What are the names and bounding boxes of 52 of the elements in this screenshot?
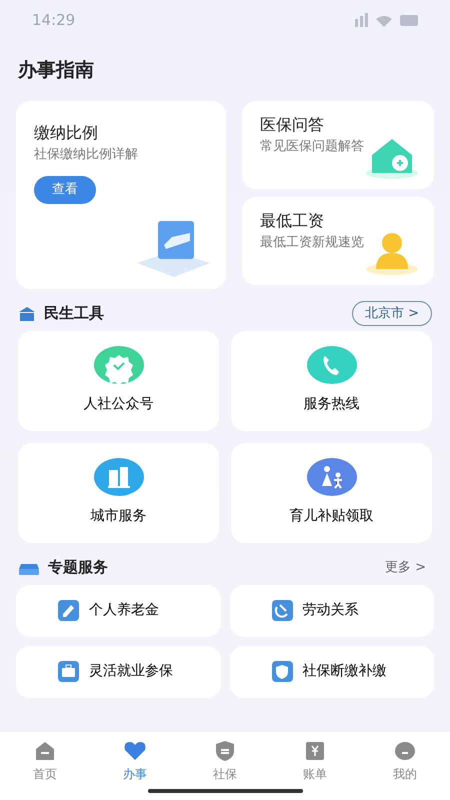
- home-icon: [33, 739, 57, 763]
- topic-card[interactable]: 社保断缴补缴: [230, 646, 434, 698]
- page-title: 办事指南: [18, 58, 95, 83]
- card-title: 缴纳比例: [34, 122, 99, 144]
- city-selector[interactable]: 北京市 >: [352, 300, 432, 326]
- wifi-icon: [376, 13, 392, 27]
- status-time: 14:29: [32, 10, 76, 31]
- building-icon: [94, 458, 144, 496]
- tool-label: 育儿补贴领取: [290, 507, 374, 526]
- card-subtitle: 社保缴纳比例详解: [34, 146, 139, 164]
- building-icon: [18, 306, 36, 322]
- card-title: 最低工资: [260, 210, 325, 232]
- shield-icon: [272, 661, 292, 682]
- topic-card[interactable]: 个人养老金: [16, 584, 220, 636]
- section-title: 专题服务: [48, 557, 108, 578]
- nav-tab[interactable]: 办事: [90, 738, 180, 800]
- topic-label: 灵活就业参保: [89, 662, 173, 681]
- badge-icon: [94, 346, 144, 384]
- card-subtitle: 最低工资新规速览: [260, 234, 365, 252]
- card-title: 医保问答: [260, 114, 325, 136]
- tool-label: 城市服务: [90, 507, 146, 526]
- card-subtitle: 常见医保问题解答: [260, 138, 365, 156]
- topic-label: 个人养老金: [89, 601, 159, 620]
- view-button[interactable]: 查看: [34, 176, 96, 204]
- topic-card[interactable]: 灵活就业参保: [16, 646, 220, 698]
- tool-card[interactable]: 服务热线: [231, 330, 432, 430]
- guide-card[interactable]: 缴纳比例 社保缴纳比例详解 查看: [16, 100, 226, 288]
- tool-card[interactable]: 育儿补贴领取: [231, 442, 432, 542]
- phone-icon: [306, 346, 356, 384]
- nav-tab[interactable]: 社保: [180, 738, 270, 800]
- heart-icon: [123, 739, 147, 763]
- topic-card[interactable]: 劳动关系: [230, 584, 434, 636]
- family-icon: [306, 458, 356, 496]
- bag-icon: [58, 661, 79, 682]
- nav-tab[interactable]: 首页: [0, 738, 90, 800]
- guide-card[interactable]: 医保问答 常见医保问题解答: [242, 100, 434, 188]
- nav-tab[interactable]: 我的: [360, 738, 450, 800]
- tool-label: 服务热线: [304, 395, 360, 414]
- topic-label: 劳动关系: [302, 601, 358, 620]
- tool-label: 人社公众号: [84, 395, 154, 414]
- more-link[interactable]: 更多 >: [378, 556, 432, 578]
- topic-label: 社保断缴补缴: [302, 662, 386, 681]
- shield-icon: [213, 739, 237, 763]
- tool-card[interactable]: 城市服务: [18, 442, 219, 542]
- section-title: 民生工具: [44, 303, 104, 324]
- bill-icon: [303, 739, 327, 763]
- nav-tab[interactable]: 账单: [270, 738, 360, 800]
- signal-icon: [355, 13, 368, 27]
- guide-card[interactable]: 最低工资 最低工资新规速览: [242, 196, 434, 284]
- pen-icon: [58, 600, 79, 621]
- battery-icon: [400, 14, 418, 26]
- tool-card[interactable]: 人社公众号: [18, 330, 219, 430]
